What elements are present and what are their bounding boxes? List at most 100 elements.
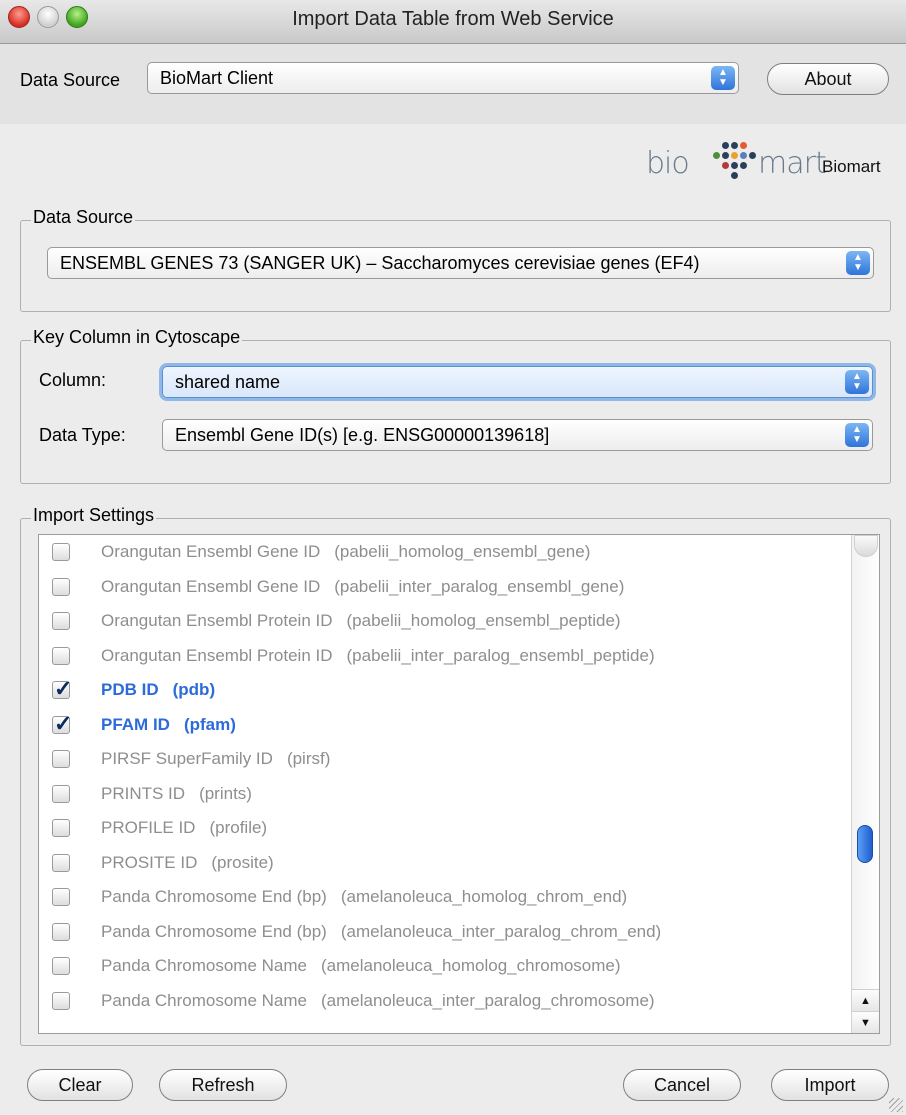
attribute-label: PDB ID (pdb)	[101, 680, 215, 700]
data-source-label: Data Source	[20, 70, 121, 90]
attribute-label: Panda Chromosome Name (amelanoleuca_homol…	[101, 956, 621, 976]
clear-button[interactable]: Clear	[27, 1069, 133, 1101]
attribute-display-name: Orangutan Ensembl Protein ID	[101, 645, 333, 665]
attribute-label: Orangutan Ensembl Protein ID (pabelii_int…	[101, 646, 655, 666]
list-item[interactable]: Panda Chromosome Name (amelanoleuca_homol…	[39, 949, 854, 983]
attribute-internal-name: (prints)	[199, 783, 252, 803]
list-item[interactable]: PIRSF SuperFamily ID (pirsf)	[39, 742, 854, 776]
attribute-display-name: PFAM ID	[101, 714, 170, 734]
attribute-label: Panda Chromosome Name (amelanoleuca_inter…	[101, 991, 655, 1011]
list-item[interactable]: PROFILE ID (profile)	[39, 811, 854, 845]
attribute-checkbox[interactable]	[52, 676, 72, 702]
data-type-label: Data Type:	[39, 425, 126, 445]
list-item[interactable]: Panda Chromosome Name (amelanoleuca_inter…	[39, 984, 854, 1018]
import-button[interactable]: Import	[771, 1069, 889, 1101]
attribute-label: PROSITE ID (prosite)	[101, 853, 274, 873]
column-label: Column:	[39, 370, 107, 390]
attribute-checkbox[interactable]	[52, 991, 70, 1010]
list-item[interactable]: Panda Chromosome End (bp) (amelanoleuca_h…	[39, 880, 854, 914]
resize-grip[interactable]	[889, 1098, 903, 1112]
logo-dots-icon	[712, 140, 756, 188]
refresh-button[interactable]: Refresh	[159, 1069, 287, 1101]
attribute-display-name: PIRSF SuperFamily ID	[101, 749, 273, 768]
title-bar: Import Data Table from Web Service	[0, 0, 906, 44]
attribute-display-name: Panda Chromosome Name	[101, 990, 307, 1010]
attribute-display-name: Orangutan Ensembl Gene ID	[101, 576, 321, 596]
attribute-internal-name: (pabelii_homolog_ensembl_peptide)	[346, 611, 621, 630]
attribute-label: PIRSF SuperFamily ID (pirsf)	[101, 749, 330, 769]
data-source-group-title: Data Source	[31, 207, 136, 228]
dataset-value: ENSEMBL GENES 73 (SANGER UK) – Saccharom…	[60, 253, 700, 273]
attribute-checkbox[interactable]	[52, 612, 70, 630]
logo-dot	[740, 162, 747, 169]
attribute-checkbox[interactable]	[52, 543, 70, 561]
logo-dot	[713, 152, 720, 159]
attribute-internal-name: (profile)	[209, 818, 268, 837]
logo-dot	[731, 152, 738, 159]
attribute-display-name: PRINTS ID	[101, 783, 186, 803]
list-item[interactable]: Panda Chromosome End (bp) (amelanoleuca_i…	[39, 915, 854, 949]
attribute-display-name: PROSITE ID	[101, 852, 198, 872]
attribute-label: PFAM ID (pfam)	[101, 715, 236, 735]
attribute-checkbox[interactable]	[52, 888, 70, 906]
logo-dot	[722, 142, 729, 149]
attribute-checkbox[interactable]	[52, 957, 70, 975]
list-item[interactable]: Orangutan Ensembl Gene ID (pabelii_homolo…	[39, 535, 854, 569]
attribute-internal-name: (pabelii_inter_paralog_ensembl_gene)	[334, 576, 625, 596]
column-select[interactable]: shared name ▲ ▼	[162, 366, 873, 398]
logo-dot	[749, 152, 756, 159]
list-item[interactable]: PFAM ID (pfam)	[39, 708, 854, 742]
column-value: shared name	[175, 372, 281, 392]
attribute-label: Orangutan Ensembl Gene ID (pabelii_homolo…	[101, 542, 590, 562]
window-title: Import Data Table from Web Service	[292, 8, 614, 30]
attribute-checkbox[interactable]	[52, 853, 70, 872]
logo-bio-text: bio	[646, 146, 690, 181]
list-item[interactable]: PDB ID (pdb)	[39, 673, 854, 707]
about-button[interactable]: About	[767, 63, 889, 95]
data-type-value: Ensembl Gene ID(s) [e.g. ENSG00000139618…	[175, 425, 550, 445]
data-source-client-select[interactable]: BioMart Client ▲ ▼	[147, 62, 739, 94]
scrollbar-top-cap	[854, 535, 878, 557]
select-arrows-icon: ▲ ▼	[845, 423, 869, 447]
attribute-label: Panda Chromosome End (bp) (amelanoleuca_h…	[101, 887, 627, 907]
list-item[interactable]: Orangutan Ensembl Protein ID (pabelii_int…	[39, 639, 854, 673]
attribute-checkbox[interactable]	[52, 922, 70, 941]
logo-mart-text: mart	[758, 146, 827, 181]
scroll-up-button[interactable]: ▲	[852, 989, 879, 1011]
attribute-checkbox[interactable]	[52, 646, 70, 665]
attribute-label: Orangutan Ensembl Gene ID (pabelii_inter_…	[101, 577, 624, 597]
select-arrows-icon: ▲ ▼	[711, 66, 735, 90]
attribute-checkbox[interactable]	[52, 819, 70, 837]
logo-dot	[740, 142, 747, 149]
attribute-checkbox[interactable]	[52, 577, 70, 596]
list-item[interactable]: PROSITE ID (prosite)	[39, 846, 854, 880]
attribute-checkbox[interactable]	[52, 750, 70, 768]
dataset-select[interactable]: ENSEMBL GENES 73 (SANGER UK) – Saccharom…	[47, 247, 874, 279]
attribute-internal-name: (prosite)	[211, 852, 274, 872]
attribute-internal-name: (amelanoleuca_inter_paralog_chromosome)	[320, 990, 655, 1010]
attribute-internal-name: (pabelii_homolog_ensembl_gene)	[334, 542, 591, 561]
cancel-button[interactable]: Cancel	[623, 1069, 741, 1101]
key-column-group	[20, 340, 891, 484]
list-item[interactable]: Orangutan Ensembl Gene ID (pabelii_inter_…	[39, 570, 854, 604]
logo-dot	[740, 152, 747, 159]
biomart-logo: bio mart Biomart	[646, 140, 901, 190]
attribute-checkbox[interactable]	[52, 711, 72, 737]
attribute-internal-name: (pfam)	[183, 714, 236, 734]
attribute-display-name: Panda Chromosome Name	[101, 956, 307, 975]
logo-biomart-label: Biomart	[822, 157, 881, 176]
scrollbar-thumb[interactable]	[857, 825, 873, 863]
select-arrows-icon: ▲ ▼	[845, 370, 869, 394]
select-arrows-icon: ▲ ▼	[846, 251, 870, 275]
key-column-group-title: Key Column in Cytoscape	[31, 327, 243, 348]
list-item[interactable]: Orangutan Ensembl Protein ID (pabelii_hom…	[39, 604, 854, 638]
data-type-select[interactable]: Ensembl Gene ID(s) [e.g. ENSG00000139618…	[162, 419, 873, 451]
scroll-down-button[interactable]: ▼	[852, 1011, 879, 1033]
vertical-scrollbar[interactable]: ▲ ▼	[851, 535, 879, 1033]
attribute-list[interactable]: Orangutan Ensembl Gene ID (pabelii_homolo…	[38, 534, 880, 1034]
attribute-internal-name: (amelanoleuca_homolog_chromosome)	[320, 956, 621, 975]
list-item[interactable]: PRINTS ID (prints)	[39, 777, 854, 811]
attribute-checkbox[interactable]	[52, 784, 70, 803]
attribute-label: PRINTS ID (prints)	[101, 784, 252, 804]
attribute-internal-name: (pirsf)	[286, 749, 331, 768]
